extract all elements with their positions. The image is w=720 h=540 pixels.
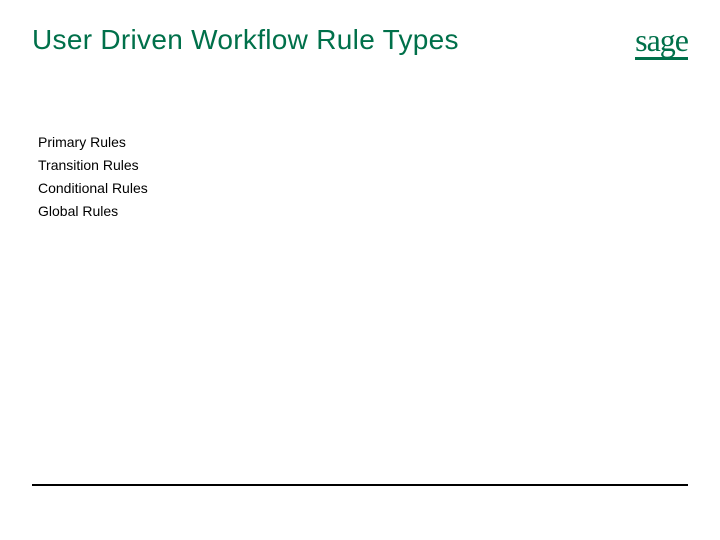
slide-title: User Driven Workflow Rule Types [32, 20, 459, 56]
list-item: Global Rules [38, 201, 688, 222]
slide-header: User Driven Workflow Rule Types sage [32, 20, 688, 60]
list-item: Conditional Rules [38, 178, 688, 199]
list-item: Transition Rules [38, 155, 688, 176]
rules-list: Primary Rules Transition Rules Condition… [38, 132, 688, 222]
sage-logo: sage [635, 20, 688, 60]
slide-container: User Driven Workflow Rule Types sage Pri… [0, 0, 720, 540]
footer-divider [32, 484, 688, 486]
sage-logo-text: sage [635, 22, 688, 59]
list-item: Primary Rules [38, 132, 688, 153]
